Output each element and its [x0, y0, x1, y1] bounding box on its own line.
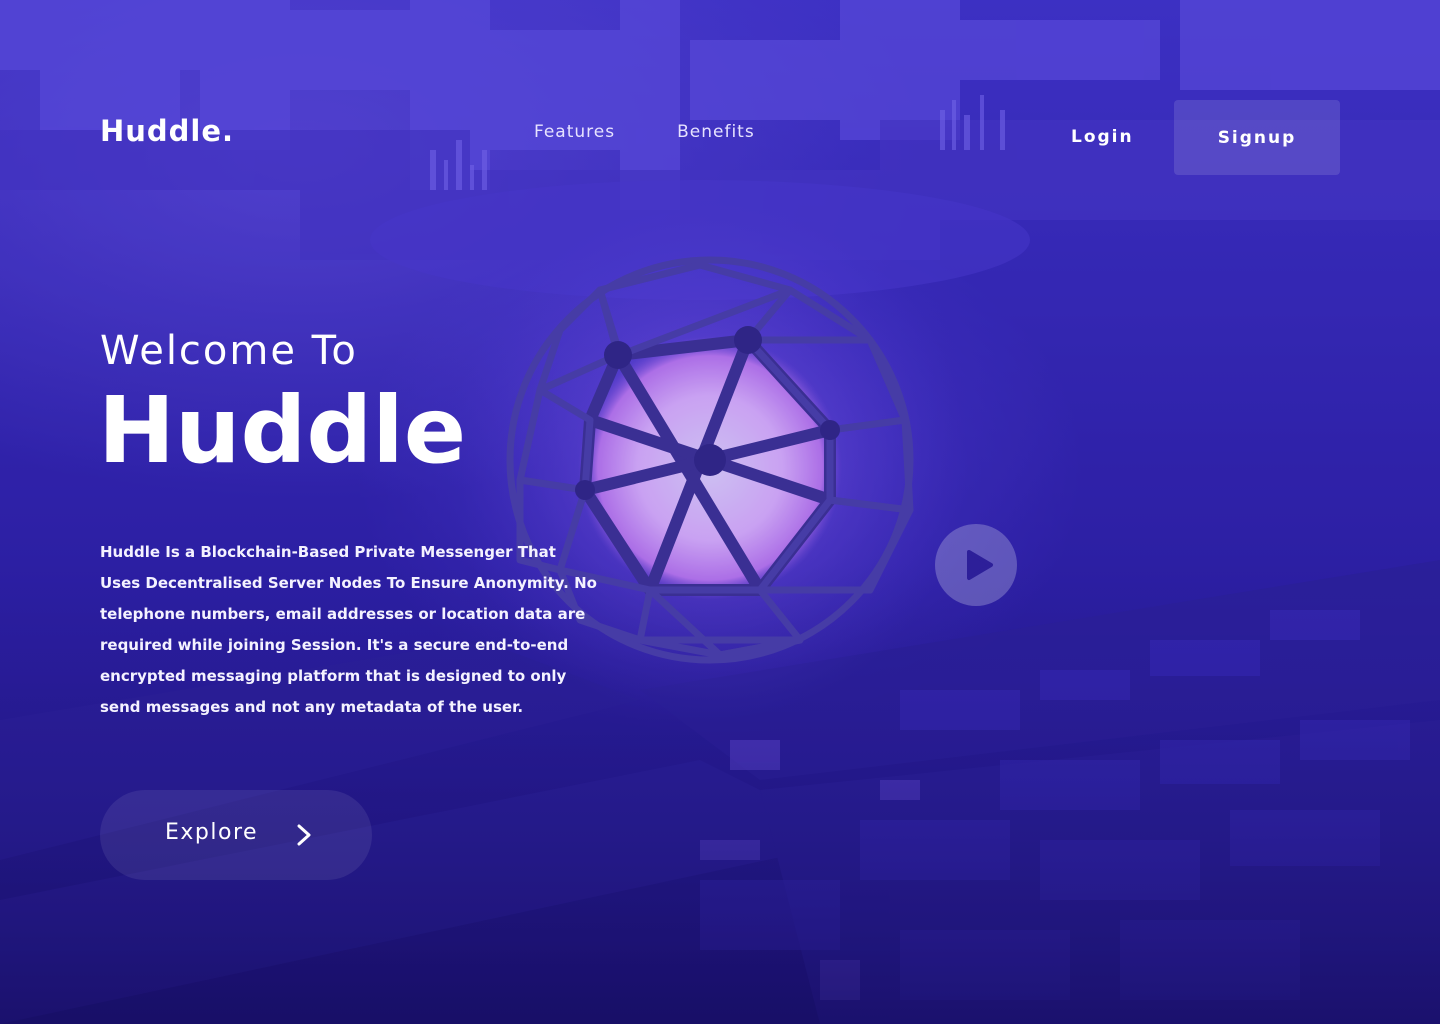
hero-subtitle: Welcome To — [100, 328, 358, 374]
main-nav: Features Benefits — [534, 122, 755, 142]
nav-link-benefits[interactable]: Benefits — [677, 122, 755, 142]
hero-title: Huddle — [98, 377, 467, 484]
play-video-button[interactable] — [935, 524, 1017, 606]
explore-button-label: Explore — [165, 820, 259, 845]
chevron-right-icon — [297, 824, 311, 846]
hero-section: Huddle. Features Benefits Login Signup W… — [0, 0, 1440, 1024]
nav-link-features[interactable]: Features — [534, 122, 615, 142]
brand-logo[interactable]: Huddle. — [100, 114, 234, 148]
signup-button[interactable]: Signup — [1174, 100, 1340, 175]
play-icon — [967, 550, 993, 580]
signup-button-label: Signup — [1217, 127, 1297, 148]
explore-button[interactable]: Explore — [100, 790, 372, 880]
login-button[interactable]: Login — [1071, 127, 1134, 147]
hero-description: Huddle Is a Blockchain-Based Private Mes… — [100, 543, 597, 716]
